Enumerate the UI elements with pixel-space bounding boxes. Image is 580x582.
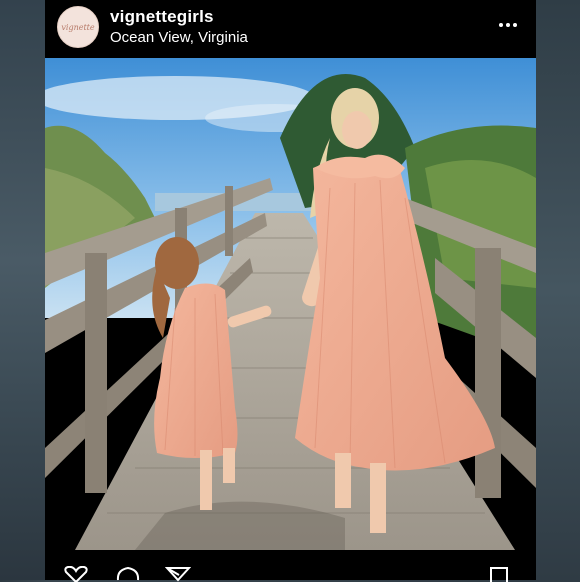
photo-scene [45,58,536,550]
more-horizontal-icon[interactable] [498,18,518,32]
username[interactable]: vignettegirls [110,7,214,27]
post-header: vignette vignettegirls Ocean View, Virgi… [45,0,536,58]
avatar[interactable]: vignette [57,6,99,48]
location[interactable]: Ocean View, Virginia [110,29,248,46]
right-backdrop [536,0,580,580]
instagram-post: vignette vignettegirls Ocean View, Virgi… [45,0,536,582]
post-photo[interactable] [45,58,536,550]
avatar-text: vignette [61,22,95,32]
left-backdrop [0,0,45,580]
post-actions [45,550,536,582]
